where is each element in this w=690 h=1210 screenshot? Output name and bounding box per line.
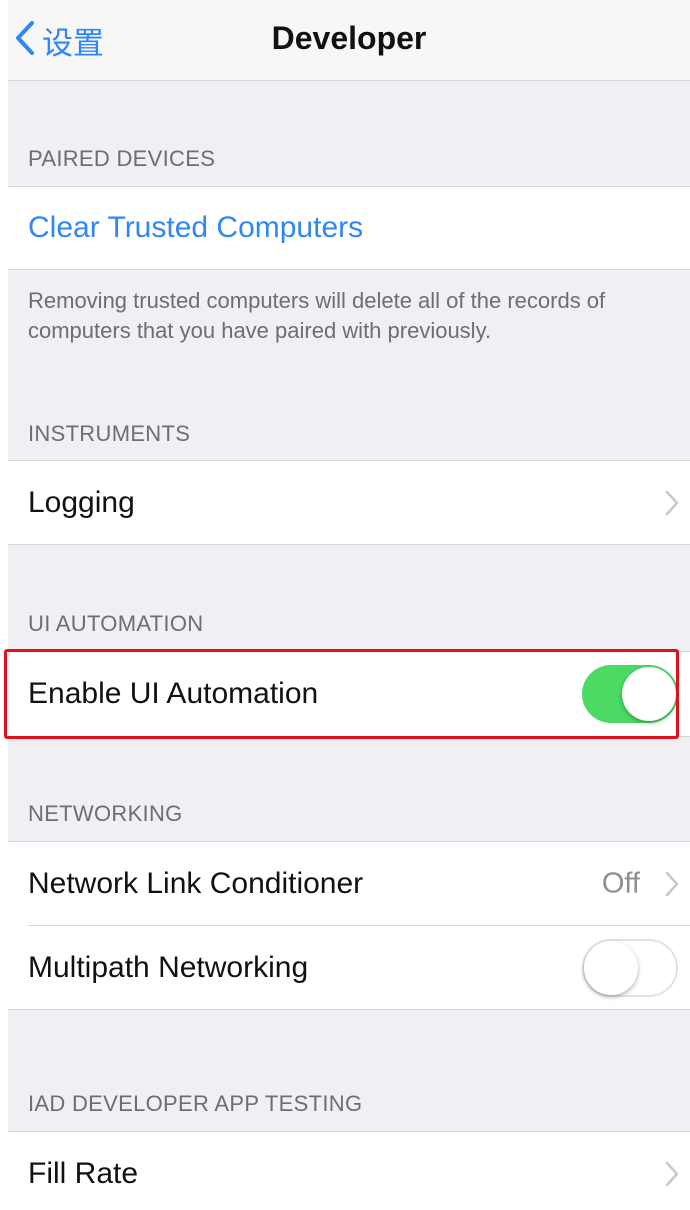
logging-label: Logging <box>28 485 135 519</box>
fill-rate-label: Fill Rate <box>28 1157 139 1190</box>
enable-ui-automation-toggle[interactable] <box>582 665 678 723</box>
multipath-networking-label: Multipath Networking <box>28 950 309 984</box>
clear-trusted-computers-label: Clear Trusted Computers <box>28 211 364 244</box>
network-link-conditioner-row[interactable]: Network Link Conditioner Off <box>8 841 690 926</box>
navigation-bar: 设置 Developer <box>8 0 690 81</box>
network-link-conditioner-label: Network Link Conditioner <box>28 867 364 900</box>
section-header-networking: NETWORKING <box>28 801 183 826</box>
multipath-networking-row: Multipath Networking <box>8 926 690 1010</box>
multipath-networking-toggle[interactable] <box>582 938 678 997</box>
paired-devices-footer: Removing trusted computers will delete a… <box>28 288 606 343</box>
section-header-instruments: INSTRUMENTS <box>28 421 191 446</box>
section-header-ui-automation: UI AUTOMATION <box>28 611 204 636</box>
chevron-right-icon <box>664 489 680 517</box>
toggle-knob <box>584 940 638 995</box>
page-title: Developer <box>271 20 427 56</box>
row-separator <box>28 925 690 926</box>
enable-ui-automation-label: Enable UI Automation <box>28 677 319 710</box>
settings-screen: 设置 Developer PAIRED DEVICES Clear Truste… <box>8 0 690 1210</box>
network-link-conditioner-value: Off <box>601 867 640 900</box>
logging-row[interactable]: Logging <box>8 460 690 545</box>
toggle-knob <box>622 667 676 721</box>
fill-rate-row[interactable]: Fill Rate <box>8 1131 690 1210</box>
section-header-paired-devices: PAIRED DEVICES <box>28 146 216 171</box>
enable-ui-automation-row: Enable UI Automation <box>8 651 690 737</box>
chevron-right-icon <box>664 870 680 898</box>
clear-trusted-computers-button[interactable]: Clear Trusted Computers <box>8 186 690 270</box>
chevron-right-icon <box>664 1160 680 1188</box>
section-header-iad-developer-app-testing: IAD DEVELOPER APP TESTING <box>28 1091 363 1116</box>
